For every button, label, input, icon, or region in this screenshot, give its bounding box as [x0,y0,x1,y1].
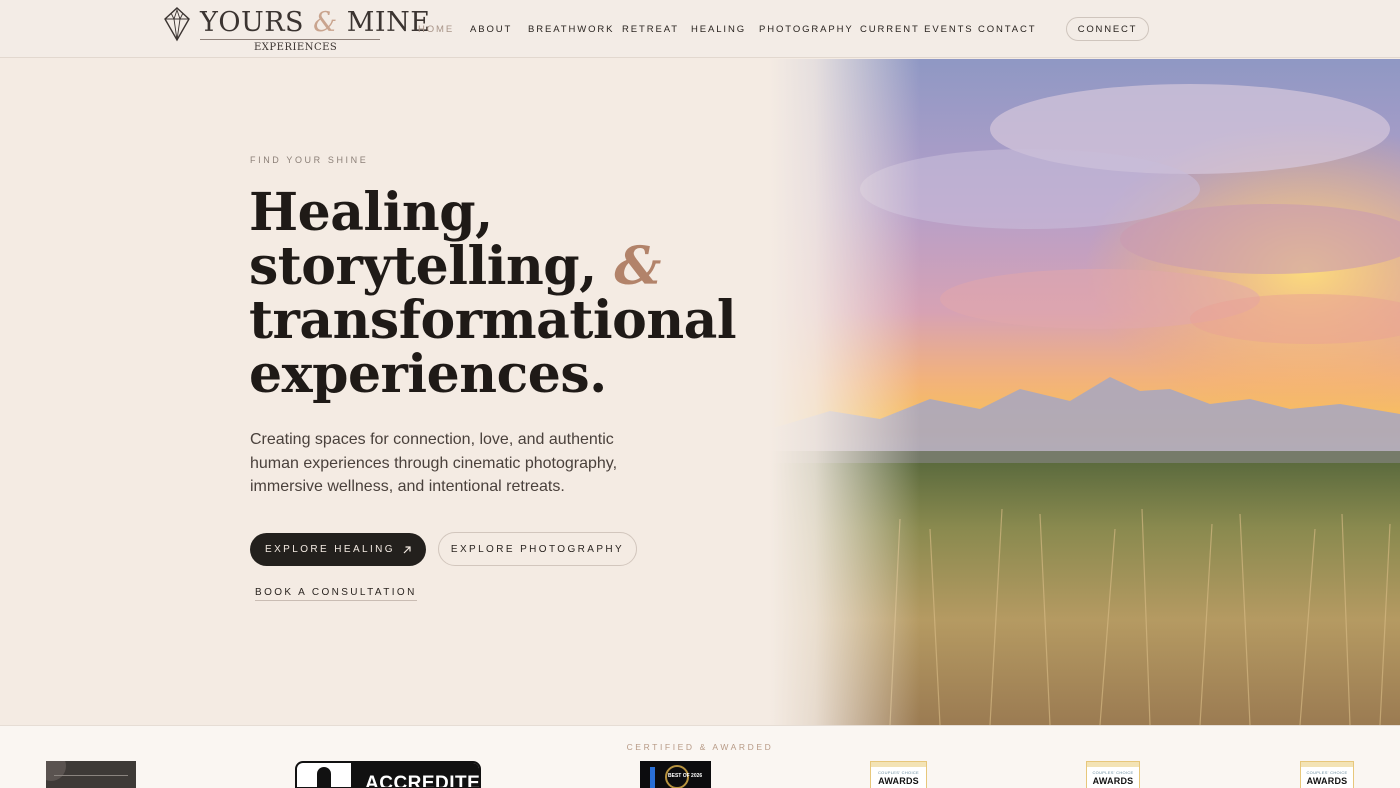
explore-healing-button[interactable]: EXPLORE HEALING [250,533,426,566]
hero-eyebrow: FIND YOUR SHINE [250,155,369,165]
headline-line-1: Healing, [249,182,493,243]
couples-choice-badge-3: COUPLES' CHOICE AWARDS [1300,761,1354,788]
site-header: YOURS & MINE EXPERIENCES HOME ABOUT BREA… [0,0,1400,58]
best-of-badge: BEST OF 2026 [640,761,711,788]
couples-choice-badge-2: COUPLES' CHOICE AWARDS [1086,761,1140,788]
brand-divider [200,39,380,40]
awards-strip: CERTIFIED & AWARDED ACCREDITED BEST OF 2… [0,725,1400,788]
connect-button[interactable]: CONNECT [1066,17,1149,41]
nav-breathwork[interactable]: BREATHWORK [528,24,614,36]
award-badge-1 [46,761,136,788]
nav-healing[interactable]: HEALING [691,24,746,36]
headline-line-3: transformational [249,290,737,351]
brand-name-part1: YOURS [200,7,305,38]
nav-current-events[interactable]: CURRENT EVENTS [860,24,974,36]
nav-contact[interactable]: CONTACT [978,24,1037,36]
diamond-icon [164,7,190,42]
hero-headline: Healing, storytelling, & transformationa… [249,186,769,402]
couples-choice-badge-1: COUPLES' CHOICE AWARDS [870,761,927,788]
book-consultation-link[interactable]: BOOK A CONSULTATION [255,587,417,601]
brand-subtitle: EXPERIENCES [254,42,338,53]
nav-about[interactable]: ABOUT [470,24,512,36]
explore-healing-label: EXPLORE HEALING [265,544,395,555]
accredited-business-badge: ACCREDITED [295,761,481,788]
torch-icon [317,767,331,787]
accredited-text: ACCREDITED [351,763,479,787]
headline-ampersand: & [614,236,661,297]
headline-line-4: experiences. [249,344,607,405]
brand-name: YOURS & MINE [200,8,430,38]
hero-image-fade [770,59,920,725]
explore-photography-button[interactable]: EXPLORE PHOTOGRAPHY [438,532,637,566]
best-of-text: BEST OF 2026 [668,773,703,779]
nav-retreat[interactable]: RETREAT [622,24,679,36]
nav-photography[interactable]: PHOTOGRAPHY [759,24,854,36]
brand-ampersand: & [313,7,338,38]
awards-label: CERTIFIED & AWARDED [626,742,774,752]
brand-logo[interactable]: YOURS & MINE EXPERIENCES [162,5,430,55]
nav-home[interactable]: HOME [418,24,454,36]
arrow-up-right-icon [403,545,411,553]
hero-description: Creating spaces for connection, love, an… [250,431,618,495]
headline-line-2: storytelling, [249,236,597,297]
